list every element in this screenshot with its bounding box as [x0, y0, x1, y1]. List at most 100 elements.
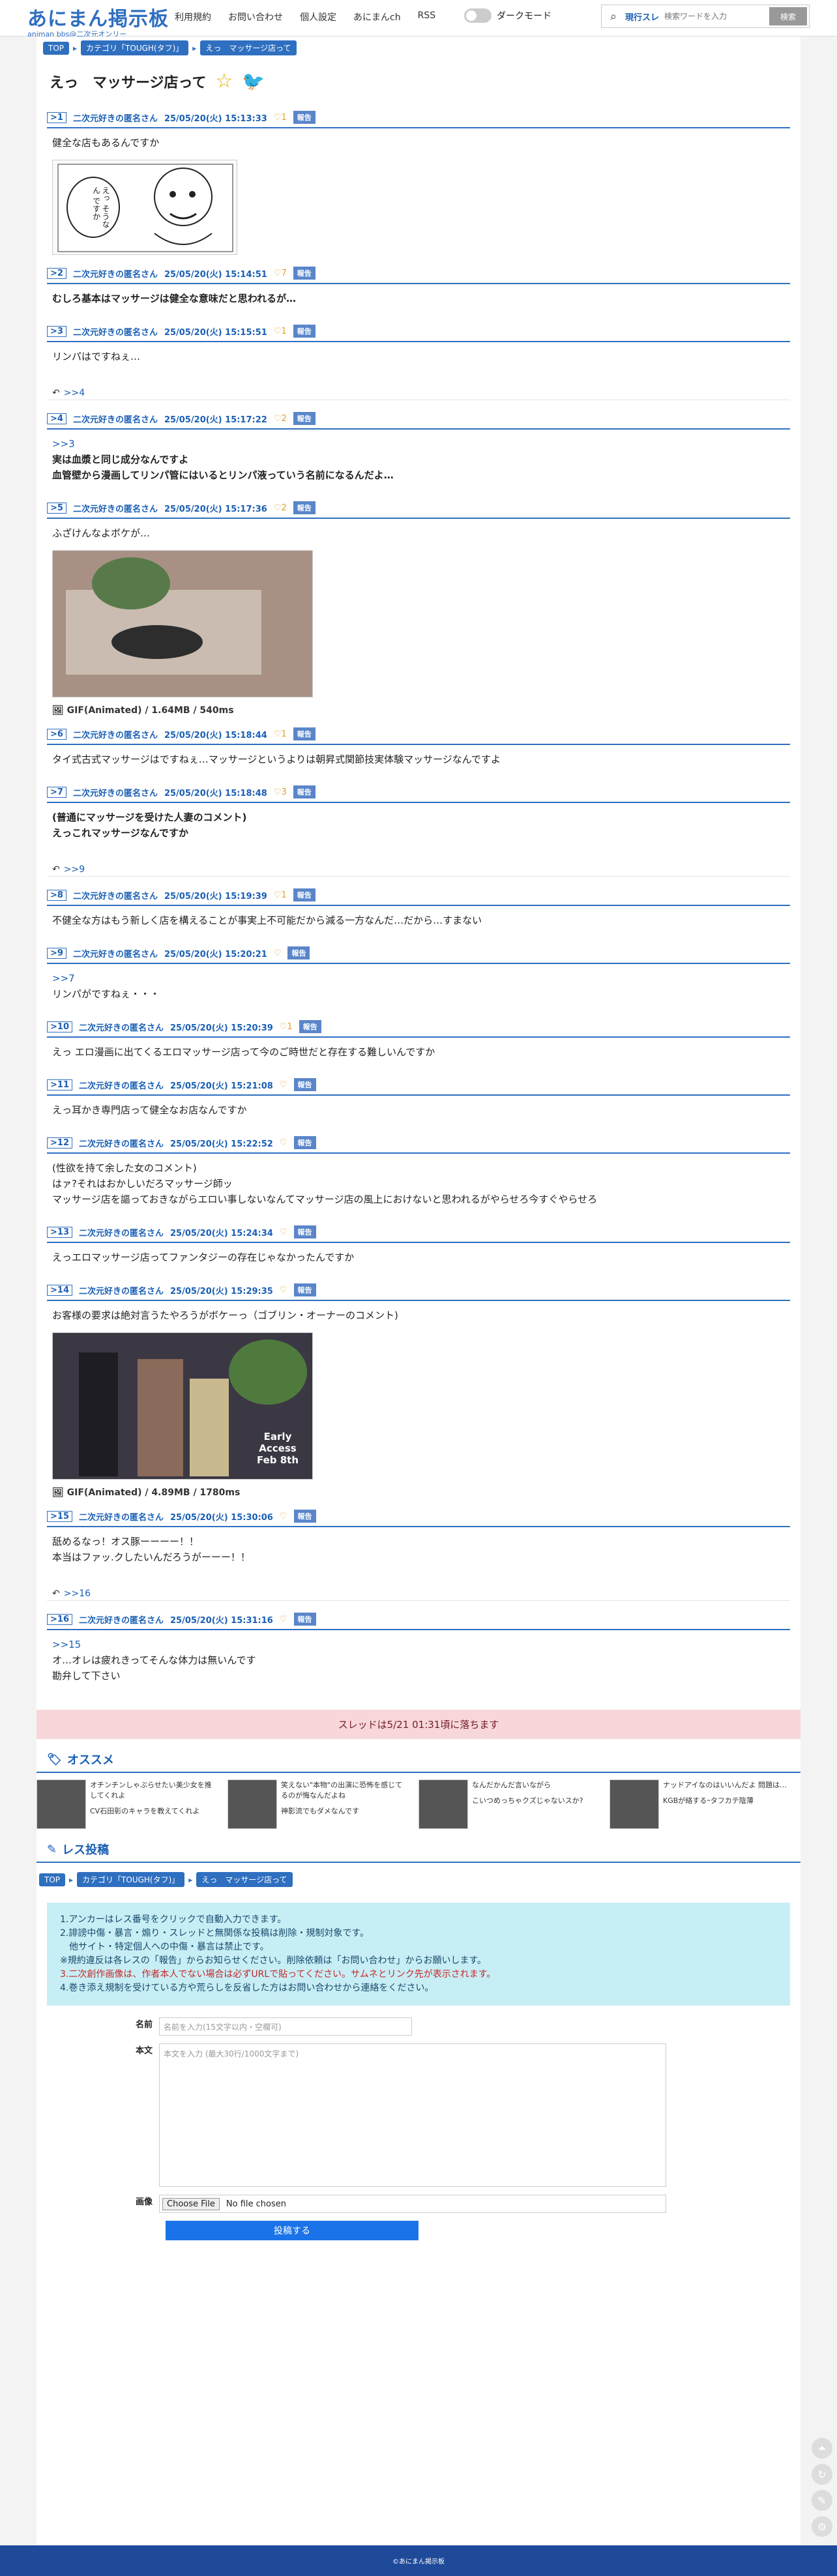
nav-animanch[interactable]: あにまんch	[353, 10, 401, 23]
report-button[interactable]: 報告	[293, 501, 316, 514]
like-button[interactable]: ♡1	[274, 113, 287, 123]
recommend-item[interactable]: なんだかんだ言いながら こいつめっちゃクズじゃないスか?	[419, 1779, 609, 1829]
report-button[interactable]: 報告	[293, 325, 316, 338]
post-number[interactable]: >14	[47, 1284, 72, 1296]
breadcrumb-thread[interactable]: えっ マッサージ店って	[196, 1872, 293, 1887]
twitter-share-icon[interactable]: 🐦	[242, 70, 265, 92]
recommend-item[interactable]: 笑えない"本物"の出演に恐怖を感じて るのが悔なんだよね 神影流でもダメなんです	[228, 1779, 419, 1829]
recommend-item[interactable]: ナッドアイなのはいいんだよ 問題は… KGBが絡するｰタフカテ陰薄	[609, 1779, 800, 1829]
post-text-line: えっ耳かき専門店って健全なお店なんですか	[52, 1104, 247, 1116]
favorite-star-icon[interactable]: ☆	[215, 70, 233, 93]
like-button[interactable]: ♡	[280, 1512, 287, 1521]
report-button[interactable]: 報告	[293, 1225, 316, 1238]
search-mode-select[interactable]: 現行スレ	[625, 10, 664, 23]
breadcrumb-bottom: TOP ▸ カテゴリ「TOUGH(タフ)」 ▸ えっ マッサージ店って	[37, 1868, 800, 1891]
report-button[interactable]: 報告	[293, 1283, 316, 1296]
post-number[interactable]: >9	[47, 947, 66, 959]
footer: ©あにまん掲示板	[0, 2545, 837, 2576]
report-button[interactable]: 報告	[293, 1136, 316, 1149]
choose-file-button[interactable]: Choose File	[162, 2197, 220, 2210]
report-button[interactable]: 報告	[293, 1510, 316, 1523]
like-button[interactable]: ♡	[274, 948, 282, 958]
dark-mode-toggle[interactable]	[464, 8, 492, 23]
report-button[interactable]: 報告	[299, 1020, 321, 1033]
reply-link[interactable]: >>16	[64, 1588, 91, 1599]
submit-button[interactable]: 投稿する	[166, 2221, 419, 2240]
scroll-top-icon[interactable]: ⏶	[812, 2438, 832, 2459]
post-number[interactable]: >5	[47, 502, 66, 514]
post-number[interactable]: >6	[47, 728, 66, 740]
body-textarea[interactable]: 本文を入力 (最大30行/1000文字まで)	[159, 2043, 666, 2187]
post-number[interactable]: >10	[47, 1021, 72, 1032]
post-number[interactable]: >7	[47, 786, 66, 798]
like-button[interactable]: ♡2	[274, 503, 287, 513]
post-number[interactable]: >13	[47, 1226, 72, 1238]
like-button[interactable]: ♡2	[274, 414, 287, 424]
post-number[interactable]: >4	[47, 413, 66, 424]
poster-name: 二次元好きの匿名さん	[78, 1081, 164, 1091]
post-number[interactable]: >3	[47, 325, 66, 337]
like-button[interactable]: ♡	[280, 1227, 287, 1237]
thread-title-row: えっ マッサージ店って ☆ 🐦	[37, 59, 800, 99]
like-button[interactable]: ♡1	[280, 1022, 293, 1032]
manga-panel-image[interactable]: えっ そうなん ですか	[52, 160, 237, 255]
settings-gear-icon[interactable]: ⚙	[812, 2516, 832, 2537]
reply-link[interactable]: >>4	[64, 388, 85, 398]
nav-settings[interactable]: 個人設定	[300, 10, 336, 23]
report-button[interactable]: 報告	[293, 111, 316, 124]
breadcrumb-top[interactable]: TOP	[39, 1873, 66, 1886]
nav-contact[interactable]: お問い合わせ	[228, 10, 283, 23]
post-number[interactable]: >11	[47, 1079, 72, 1090]
heart-icon: ♡	[273, 890, 282, 900]
like-button[interactable]: ♡	[280, 1138, 287, 1148]
report-button[interactable]: 報告	[293, 1613, 316, 1626]
report-button[interactable]: 報告	[293, 727, 316, 740]
post-body: えっ耳かき専門店って健全なお店なんですか	[47, 1096, 790, 1124]
report-button[interactable]: 報告	[293, 412, 316, 425]
breadcrumb-category[interactable]: カテゴリ「TOUGH(タフ)」	[77, 1872, 185, 1887]
anchor-link[interactable]: >>15	[52, 1637, 785, 1652]
site-logo[interactable]: あにまん掲示板 animan bbs@二次元オンリー	[27, 3, 169, 39]
post-body: リンパはですねぇ…	[47, 342, 790, 371]
reload-icon[interactable]: ↻	[812, 2464, 832, 2485]
post-number[interactable]: >12	[47, 1137, 72, 1149]
breadcrumb-thread[interactable]: えっ マッサージ店って	[200, 40, 297, 55]
report-button[interactable]: 報告	[293, 267, 316, 280]
anchor-link[interactable]: >>7	[52, 971, 785, 986]
report-button[interactable]: 報告	[293, 1078, 316, 1091]
reply-link[interactable]: >>9	[64, 864, 85, 875]
name-input[interactable]: 名前を入力(15文字以内・空欄可)	[159, 2017, 412, 2036]
post-date: 25/05/20(火) 15:17:22	[164, 415, 267, 425]
report-button[interactable]: 報告	[287, 946, 310, 959]
report-button[interactable]: 報告	[293, 888, 316, 901]
breadcrumb-category[interactable]: カテゴリ「TOUGH(タフ)」	[81, 40, 189, 55]
like-button[interactable]: ♡	[280, 1615, 287, 1624]
nav-terms[interactable]: 利用規約	[175, 10, 211, 23]
anchor-link[interactable]: >>3	[52, 436, 785, 452]
report-button[interactable]: 報告	[293, 785, 316, 798]
like-button[interactable]: ♡	[280, 1080, 287, 1090]
post-number[interactable]: >1	[47, 111, 66, 123]
breadcrumb-top[interactable]: TOP	[43, 41, 70, 55]
post-number[interactable]: >8	[47, 889, 66, 901]
like-button[interactable]: ♡1	[274, 327, 287, 336]
post-number[interactable]: >2	[47, 267, 66, 279]
search-input[interactable]	[664, 12, 769, 21]
like-button[interactable]: ♡3	[274, 787, 287, 797]
like-button[interactable]: ♡1	[274, 729, 287, 739]
post-number[interactable]: >16	[47, 1613, 72, 1625]
reply-form: 名前 名前を入力(15文字以内・空欄可) 本文 本文を入力 (最大30行/100…	[37, 2006, 800, 2240]
search-button[interactable]: 検索	[769, 7, 807, 25]
post-number[interactable]: >15	[47, 1510, 72, 1522]
edit-icon[interactable]: ✎	[812, 2490, 832, 2511]
like-button[interactable]: ♡1	[274, 890, 287, 900]
like-button[interactable]: ♡	[280, 1285, 287, 1295]
recommend-line: 神影流でもダメなんです	[281, 1807, 360, 1815]
nav-rss[interactable]: RSS	[418, 10, 436, 23]
like-button[interactable]: ♡7	[274, 269, 287, 278]
gif-image[interactable]: Early Access Feb 8th	[52, 1332, 313, 1480]
post-body: (普通にマッサージを受けた人妻のコメント) えっこれマッサージなんですか	[47, 803, 790, 847]
post-date: 25/05/20(火) 15:18:48	[164, 788, 267, 798]
gif-image[interactable]	[52, 550, 313, 697]
recommend-item[interactable]: オチンチンしゃぶらせたい美少女を推 してくれよ CV石田彰のキャラを教えてくれよ	[37, 1779, 228, 1829]
